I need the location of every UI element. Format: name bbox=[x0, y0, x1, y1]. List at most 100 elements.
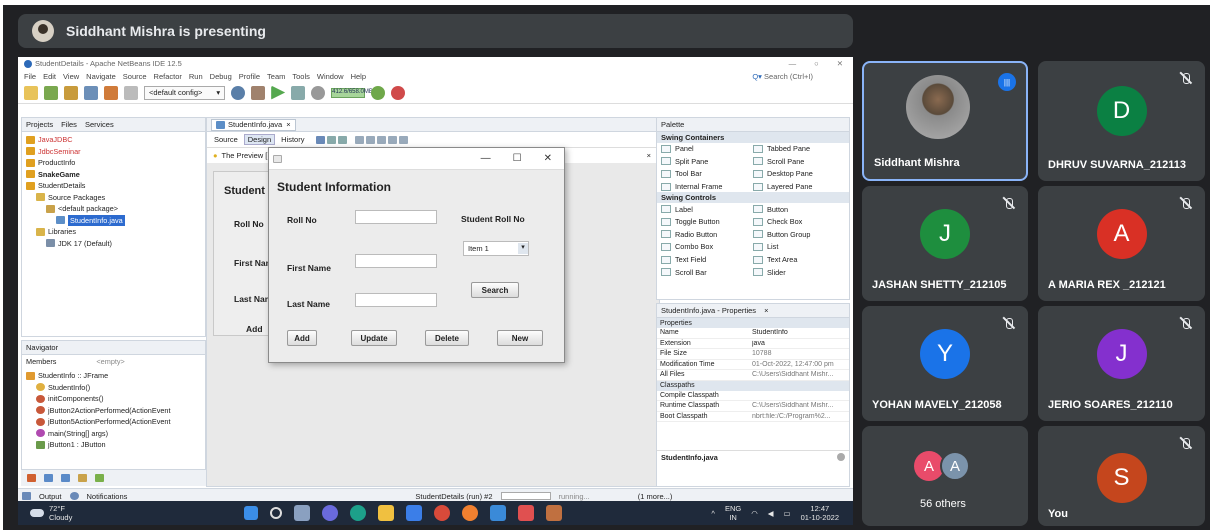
static-icon[interactable] bbox=[78, 474, 87, 482]
tree-item[interactable]: Libraries bbox=[26, 226, 201, 238]
palette-item[interactable]: Internal Frame bbox=[661, 181, 753, 193]
run-icon[interactable] bbox=[271, 85, 286, 100]
tree-item[interactable]: Source Packages bbox=[26, 192, 201, 204]
menu-help[interactable]: Help bbox=[351, 72, 366, 81]
photos-icon[interactable] bbox=[490, 505, 507, 521]
tab-navigator[interactable]: Navigator bbox=[26, 343, 58, 352]
property-row[interactable]: Name StudentInfo bbox=[657, 328, 849, 339]
open-project-icon[interactable] bbox=[64, 85, 78, 100]
tree-item[interactable]: <default package> bbox=[26, 203, 201, 215]
weather-widget[interactable]: 72°F Cloudy bbox=[49, 504, 72, 522]
gc-icon-2[interactable] bbox=[391, 85, 406, 100]
chrome-icon[interactable] bbox=[434, 505, 451, 521]
menu-run[interactable]: Run bbox=[189, 72, 203, 81]
palette-item[interactable]: Text Field bbox=[661, 254, 753, 266]
new-project-icon[interactable] bbox=[44, 85, 58, 100]
menu-tools[interactable]: Tools bbox=[292, 72, 310, 81]
save-all-icon[interactable] bbox=[84, 85, 98, 100]
classpaths-header[interactable]: Classpaths bbox=[657, 380, 849, 391]
palette-item[interactable]: Label bbox=[661, 203, 753, 215]
menu-navigate[interactable]: Navigate bbox=[86, 72, 116, 81]
property-row[interactable]: Extension java bbox=[657, 339, 849, 349]
tree-item[interactable]: JavaJDBC bbox=[26, 134, 201, 146]
netbeans-taskbar-icon[interactable] bbox=[546, 505, 563, 521]
tree-item[interactable]: SnakeGame bbox=[26, 169, 201, 181]
align-center-icon[interactable] bbox=[377, 135, 387, 144]
members-filter[interactable]: <empty> bbox=[96, 357, 124, 366]
nav-item[interactable]: jButton2ActionPerformed(ActionEvent bbox=[26, 405, 201, 417]
nav-item[interactable]: main(String[] args) bbox=[26, 428, 201, 440]
tab-palette[interactable]: Palette bbox=[661, 120, 684, 129]
others-tile[interactable]: A A 56 others bbox=[862, 426, 1028, 526]
property-row[interactable]: Boot Classpath nbrt:file:/C:/Program%2... bbox=[657, 412, 849, 422]
battery-icon[interactable]: ▭ bbox=[784, 509, 791, 518]
palette-item[interactable]: Button Group bbox=[753, 229, 845, 241]
profile-icon[interactable] bbox=[311, 85, 326, 100]
minimize-icon[interactable]: — bbox=[481, 153, 491, 164]
property-row[interactable]: Modification Time 01-Oct-2022, 12:47:00 p… bbox=[657, 360, 849, 370]
search-button[interactable]: Search bbox=[471, 282, 519, 298]
palette-item[interactable]: Check Box bbox=[753, 216, 845, 228]
menu-edit[interactable]: Edit bbox=[43, 72, 56, 81]
palette-item[interactable]: Combo Box bbox=[661, 241, 753, 253]
subtab-history[interactable]: History bbox=[277, 134, 308, 145]
roll-no-input[interactable] bbox=[355, 210, 437, 224]
tab-services[interactable]: Services bbox=[85, 120, 114, 129]
config-select[interactable]: <default config> ▾ bbox=[144, 85, 226, 100]
delete-button[interactable]: Delete bbox=[425, 330, 469, 346]
palette-item[interactable]: Button bbox=[753, 203, 845, 215]
palette-item[interactable]: Desktop Pane bbox=[753, 168, 845, 180]
maximize-icon[interactable]: ☐ bbox=[513, 153, 522, 164]
preview-icon[interactable] bbox=[316, 135, 326, 144]
align-left-icon[interactable] bbox=[355, 135, 365, 144]
palette-item[interactable]: Tabbed Pane bbox=[753, 143, 845, 155]
menu-debug[interactable]: Debug bbox=[210, 72, 232, 81]
tree-item[interactable]: ProductInfo bbox=[26, 157, 201, 169]
filter-icon[interactable] bbox=[27, 474, 36, 482]
tree-item[interactable]: JdbcSeminar bbox=[26, 146, 201, 158]
fields-icon[interactable] bbox=[61, 474, 70, 482]
undo-icon[interactable] bbox=[104, 85, 118, 100]
todo-icon[interactable] bbox=[406, 505, 423, 521]
sort-icon[interactable] bbox=[44, 474, 53, 482]
last-name-input[interactable] bbox=[355, 293, 437, 307]
update-button[interactable]: Update bbox=[351, 330, 397, 346]
menu-window[interactable]: Window bbox=[317, 72, 344, 81]
debug-icon[interactable] bbox=[291, 85, 306, 100]
menu-file[interactable]: File bbox=[24, 72, 36, 81]
task-view-icon[interactable] bbox=[294, 505, 311, 521]
tree-item[interactable]: StudentInfo.java bbox=[26, 214, 201, 226]
menu-profile[interactable]: Profile bbox=[239, 72, 260, 81]
menu-team[interactable]: Team bbox=[267, 72, 285, 81]
notifications-tab[interactable]: Notifications bbox=[87, 492, 128, 501]
participant-tile-you[interactable]: S You bbox=[1038, 426, 1205, 526]
palette-item[interactable]: Tool Bar bbox=[661, 168, 753, 180]
close-icon[interactable]: × bbox=[286, 120, 290, 129]
first-name-input[interactable] bbox=[355, 254, 437, 268]
chevron-up-icon[interactable]: ^ bbox=[711, 509, 715, 518]
new-file-icon[interactable] bbox=[24, 85, 38, 100]
close-icon[interactable]: × bbox=[764, 306, 768, 315]
form-button-add[interactable]: Add bbox=[246, 324, 263, 334]
participant-tile-jashan[interactable]: J JASHAN SHETTY_212105 bbox=[862, 186, 1028, 301]
windows-start-icon[interactable] bbox=[244, 506, 259, 520]
close-icon[interactable]: ✕ bbox=[544, 153, 552, 164]
selection-icon[interactable] bbox=[338, 135, 348, 144]
clean-build-icon[interactable] bbox=[251, 85, 266, 100]
subtab-design[interactable]: Design bbox=[243, 134, 276, 145]
property-row[interactable]: All Files C:\Users\Siddhant Mishr... bbox=[657, 370, 849, 381]
menu-refactor[interactable]: Refactor bbox=[154, 72, 182, 81]
participant-tile-jerio[interactable]: J JERIO SOARES_212110 bbox=[1038, 306, 1205, 421]
tree-item[interactable]: StudentDetails bbox=[26, 180, 201, 192]
memory-indicator[interactable]: 412.6/658.0MB bbox=[331, 87, 373, 98]
palette-item[interactable]: Scroll Pane bbox=[753, 156, 845, 168]
nav-item[interactable]: initComponents() bbox=[26, 393, 201, 405]
properties-header[interactable]: Properties bbox=[657, 318, 849, 328]
align-right-icon[interactable] bbox=[366, 135, 376, 144]
palette-item[interactable]: Slider bbox=[753, 266, 845, 278]
edge-icon[interactable] bbox=[350, 505, 367, 521]
language-indicator[interactable]: ENG IN bbox=[725, 504, 741, 522]
align-top-icon[interactable] bbox=[388, 135, 398, 144]
connection-icon[interactable] bbox=[327, 135, 337, 144]
palette-item[interactable]: Text Area bbox=[753, 254, 845, 266]
